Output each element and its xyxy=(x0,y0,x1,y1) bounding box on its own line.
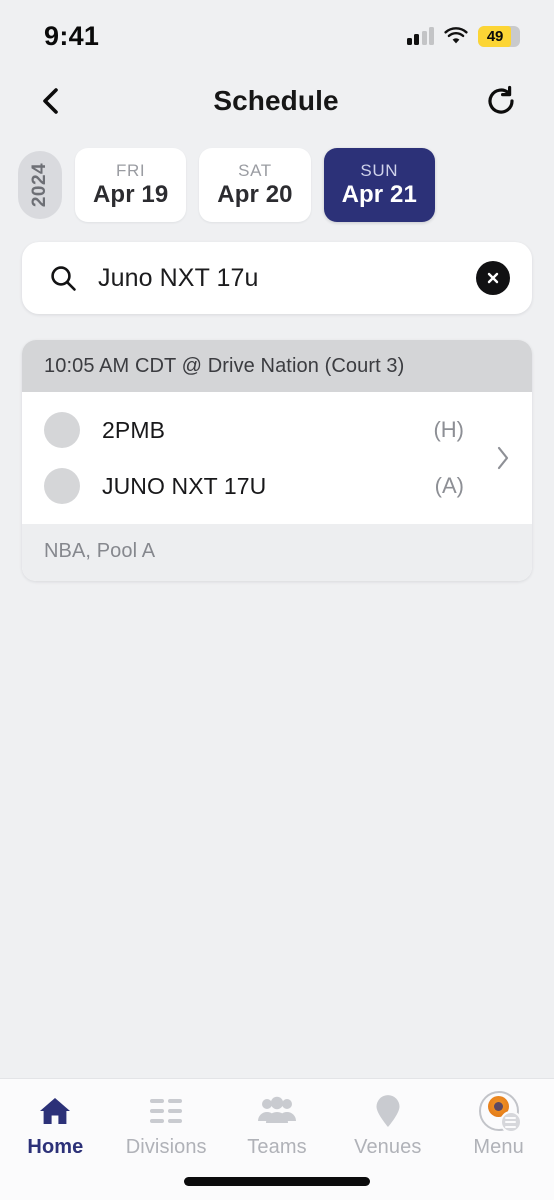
venue-pin-icon xyxy=(374,1093,402,1129)
home-icon xyxy=(38,1093,72,1129)
date-strip[interactable]: 2024 FRI Apr 19 SAT Apr 20 SUN Apr 21 xyxy=(0,140,554,230)
game-time-venue: 10:05 AM CDT @ Drive Nation (Court 3) xyxy=(22,340,532,392)
chevron-left-icon xyxy=(43,88,58,114)
date-chip-date: Apr 20 xyxy=(217,181,293,209)
search-icon xyxy=(51,266,76,291)
status-time: 9:41 xyxy=(44,20,100,51)
date-chip-dow: SUN xyxy=(360,160,399,180)
date-chip-dow: SAT xyxy=(238,160,272,180)
battery-low-power-icon: 49 xyxy=(478,25,520,47)
home-indicator xyxy=(184,1177,370,1186)
table-row[interactable]: JUNO NXT 17U (A) xyxy=(22,458,486,514)
tab-teams[interactable]: Teams xyxy=(222,1093,333,1159)
game-detail-button[interactable] xyxy=(486,402,532,514)
team-list: 2PMB (H) JUNO NXT 17U (A) xyxy=(22,402,486,514)
team-name: 2PMB xyxy=(102,416,166,443)
date-chip-date: Apr 19 xyxy=(93,181,169,209)
status-bar: 9:41 49 xyxy=(0,0,554,62)
battery-level: 49 xyxy=(486,27,504,45)
home-away-badge: (H) xyxy=(433,417,464,442)
year-label: 2024 xyxy=(18,151,62,219)
search-bar[interactable]: Juno NXT 17u xyxy=(22,242,532,314)
tab-menu[interactable]: Menu xyxy=(443,1091,554,1159)
tab-label: Divisions xyxy=(125,1136,207,1158)
game-teams[interactable]: 2PMB (H) JUNO NXT 17U (A) xyxy=(22,392,532,524)
date-chip-dow: FRI xyxy=(116,160,146,180)
date-chip-fri[interactable]: FRI Apr 19 xyxy=(75,148,187,222)
game-division-pool: NBA, Pool A xyxy=(22,524,532,581)
chevron-right-icon xyxy=(497,446,509,470)
menu-avatar-icon xyxy=(478,1091,522,1133)
tab-label: Home xyxy=(27,1136,84,1158)
team-avatar xyxy=(44,468,80,504)
search-section: Juno NXT 17u xyxy=(0,230,554,314)
home-away-badge: (A) xyxy=(434,473,464,498)
table-row[interactable]: 2PMB (H) xyxy=(22,402,486,458)
page-title: Schedule xyxy=(213,85,339,116)
search-input[interactable]: Juno NXT 17u xyxy=(98,264,456,293)
refresh-button[interactable] xyxy=(478,78,524,124)
team-name: JUNO NXT 17U xyxy=(102,472,267,499)
year-text: 2024 xyxy=(29,162,50,208)
date-chip-sun-selected[interactable]: SUN Apr 21 xyxy=(323,148,435,222)
date-chip-sat[interactable]: SAT Apr 20 xyxy=(199,148,311,222)
tab-label: Venues xyxy=(354,1136,422,1158)
tab-label: Teams xyxy=(247,1136,307,1158)
tab-venues[interactable]: Venues xyxy=(332,1093,443,1159)
date-chip-date: Apr 21 xyxy=(341,181,417,209)
tab-label: Menu xyxy=(473,1136,524,1158)
schedule-list: 10:05 AM CDT @ Drive Nation (Court 3) 2P… xyxy=(0,314,554,1078)
refresh-icon xyxy=(488,85,514,114)
tab-divisions[interactable]: Divisions xyxy=(111,1093,222,1159)
wifi-icon xyxy=(444,27,468,45)
hamburger-icon xyxy=(499,1111,522,1133)
navigation-bar: Schedule xyxy=(0,62,554,140)
cellular-signal-icon xyxy=(406,27,434,45)
teams-people-icon xyxy=(257,1093,297,1129)
status-indicators: 49 xyxy=(406,25,520,47)
game-card[interactable]: 10:05 AM CDT @ Drive Nation (Court 3) 2P… xyxy=(22,340,532,581)
back-button[interactable] xyxy=(28,78,74,124)
tab-home[interactable]: Home xyxy=(0,1093,111,1159)
clear-search-button[interactable] xyxy=(476,261,510,295)
team-avatar xyxy=(44,412,80,448)
close-icon xyxy=(487,272,499,284)
divisions-grid-icon xyxy=(148,1093,184,1129)
phone-screen: 9:41 49 Schedule 2024 FRI Apr 19 SAT Apr… xyxy=(0,0,554,1200)
